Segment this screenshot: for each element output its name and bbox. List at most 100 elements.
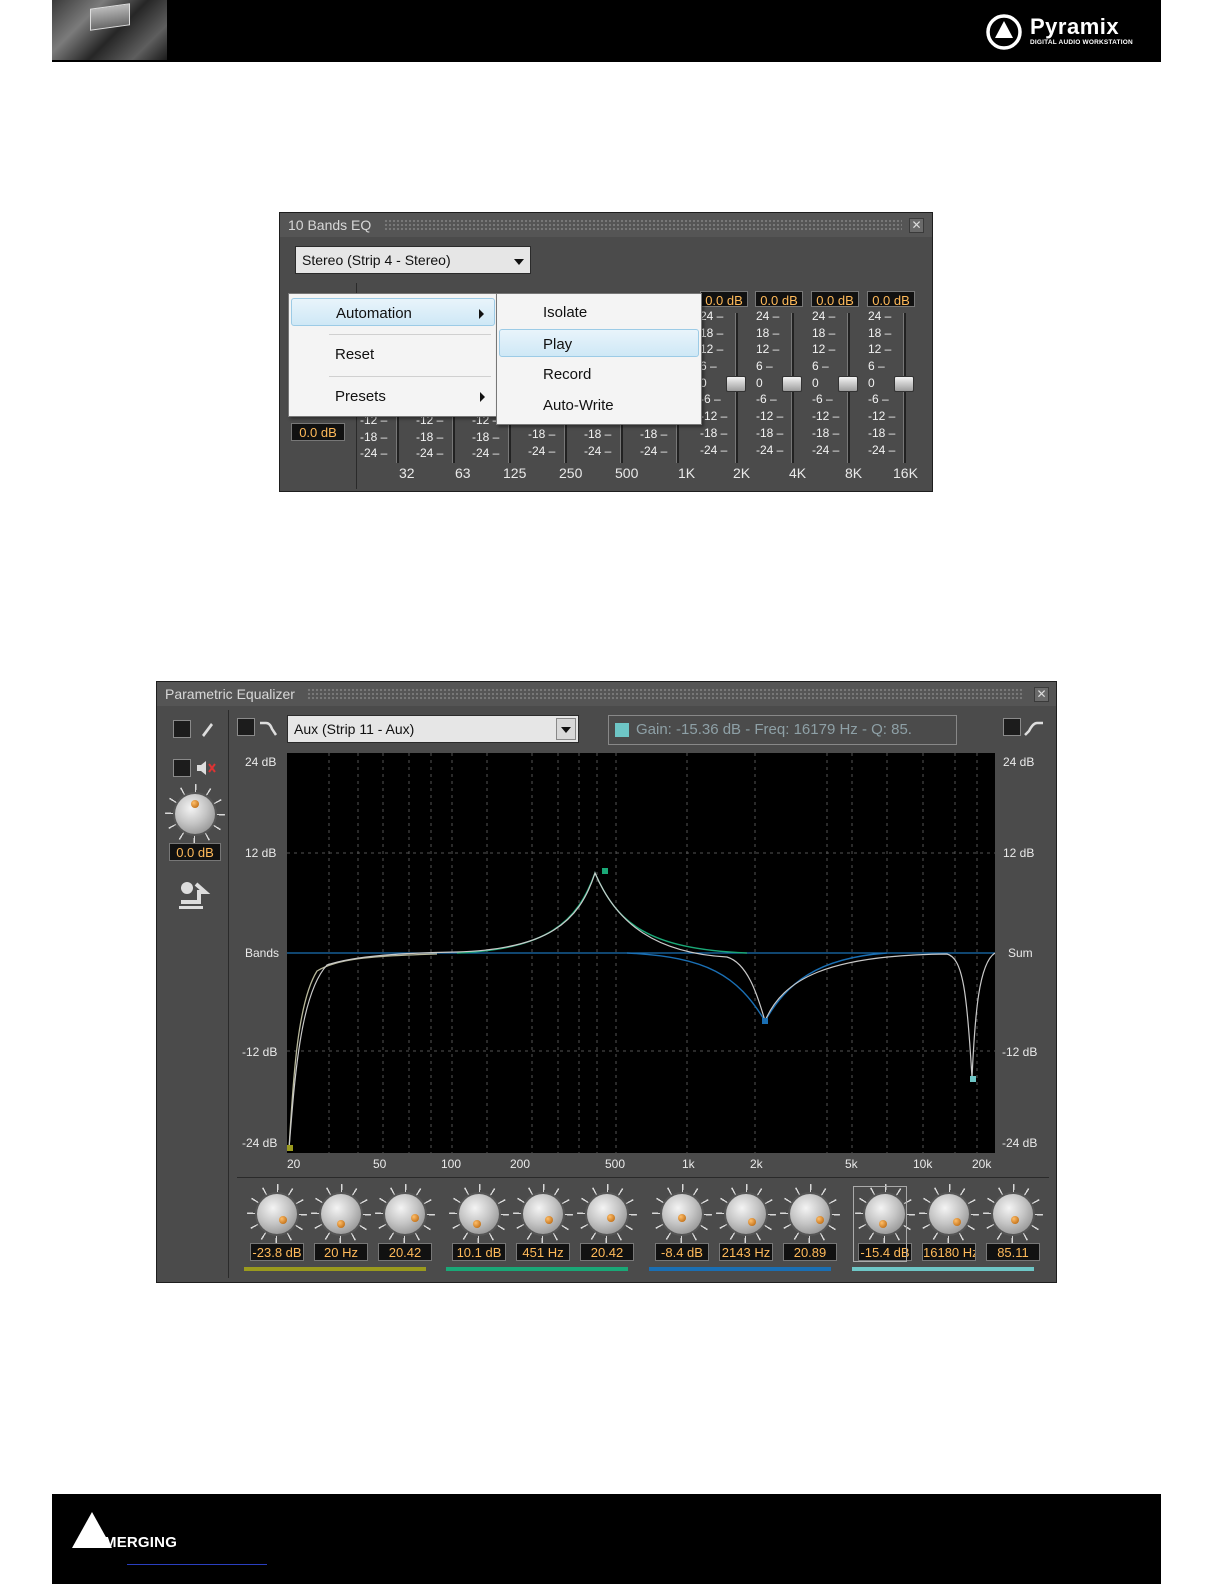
drag-grip xyxy=(384,219,902,231)
output-gain-value[interactable]: 0.0 dB xyxy=(169,843,221,861)
y-label-right-minus24: -24 dB xyxy=(1002,1136,1038,1150)
fader-handle-16k[interactable] xyxy=(894,376,914,392)
band2-handle xyxy=(602,868,608,874)
band-value-4k[interactable]: 0.0 dB xyxy=(755,291,803,307)
band-scale-1k: -18 – -24 – xyxy=(640,427,668,458)
band1-value-gain[interactable]: -23.8 dB xyxy=(250,1243,304,1261)
band2-knob-gain[interactable] xyxy=(459,1194,499,1234)
submenu-item-isolate[interactable]: Isolate xyxy=(499,298,699,326)
band1-knob-q[interactable] xyxy=(385,1194,425,1234)
band4-value-q[interactable]: 85.11 xyxy=(986,1243,1040,1261)
band1-value-q[interactable]: 20.42 xyxy=(378,1243,432,1261)
band1-value-freq[interactable]: 20 Hz xyxy=(314,1243,368,1261)
band3-knob-freq[interactable] xyxy=(726,1194,766,1234)
title-bar[interactable]: 10 Bands EQ ✕ xyxy=(280,213,932,237)
fader-handle-4k[interactable] xyxy=(782,376,802,392)
freq-label-250: 250 xyxy=(559,465,583,481)
y-label-left-24: 24 dB xyxy=(245,755,277,769)
menu-item-automation[interactable]: Automation xyxy=(291,298,495,326)
x-label-10k: 10k xyxy=(913,1157,933,1171)
chevron-down-icon xyxy=(561,727,571,733)
close-icon[interactable]: ✕ xyxy=(1034,687,1049,702)
band-status-readout: Gain: -15.36 dB - Freq: 16179 Hz - Q: 85… xyxy=(608,715,957,745)
band1-handle xyxy=(287,1145,293,1151)
chevron-down-icon xyxy=(514,259,524,265)
band1-knob-gain[interactable] xyxy=(257,1194,297,1234)
band3-value-gain[interactable]: -8.4 dB xyxy=(655,1243,709,1261)
studio-photo xyxy=(52,0,167,60)
output-gain-knob[interactable] xyxy=(175,794,215,834)
band2-value-q[interactable]: 20.42 xyxy=(580,1243,634,1261)
close-icon[interactable]: ✕ xyxy=(909,218,924,233)
drag-grip xyxy=(307,688,1024,700)
eq-response-graph[interactable] xyxy=(287,753,995,1153)
x-label-50: 50 xyxy=(373,1157,387,1171)
pencil-icon[interactable] xyxy=(199,720,215,738)
band-value-16k[interactable]: 0.0 dB xyxy=(867,291,915,307)
reset-arrow-icon[interactable] xyxy=(175,878,211,914)
channel-select-value: Aux (Strip 11 - Aux) xyxy=(294,721,415,737)
freq-label-8k: 8K xyxy=(845,465,863,481)
status-text: Gain: -15.36 dB - Freq: 16179 Hz - Q: 85… xyxy=(636,721,912,738)
menu-item-presets[interactable]: Presets xyxy=(291,382,495,410)
pyramix-mark-icon xyxy=(986,14,1022,50)
band-scale-32: -12 – -18 – -24 – xyxy=(360,413,388,461)
band1-color-bar xyxy=(244,1267,426,1271)
band-value-8k[interactable]: 0.0 dB xyxy=(811,291,859,307)
submenu-item-play[interactable]: Play xyxy=(499,329,699,357)
freq-label-1k: 1K xyxy=(678,465,696,481)
highshelf-toggle-icon[interactable] xyxy=(1003,718,1021,736)
band2-knob-freq[interactable] xyxy=(523,1194,563,1234)
band3-value-freq[interactable]: 2143 Hz xyxy=(719,1243,773,1261)
channel-select[interactable]: Aux (Strip 11 - Aux) xyxy=(287,715,579,743)
submenu-item-auto-write[interactable]: Auto-Write xyxy=(499,391,699,419)
band-value-2k[interactable]: 0.0 dB xyxy=(700,291,748,307)
y-label-right-24: 24 dB xyxy=(1003,755,1035,769)
band3-knob-gain[interactable] xyxy=(662,1194,702,1234)
pyramix-logo: Pyramix DIGITAL AUDIO WORKSTATION xyxy=(984,12,1154,52)
menu-item-reset[interactable]: Reset xyxy=(291,340,495,368)
lowcut-icon[interactable] xyxy=(258,719,280,737)
merging-wordmark: MERGING xyxy=(104,1534,178,1551)
band2-value-freq[interactable]: 451 Hz xyxy=(516,1243,570,1261)
mute-toggle-icon[interactable] xyxy=(173,759,191,777)
y-label-bands: Bands xyxy=(245,946,280,960)
band2-value-gain[interactable]: 10.1 dB xyxy=(452,1243,506,1261)
mute-speaker-icon[interactable] xyxy=(195,758,217,778)
band3-knob-q[interactable] xyxy=(790,1194,830,1234)
band4-color-bar xyxy=(852,1267,1034,1271)
fader-handle-8k[interactable] xyxy=(838,376,858,392)
band4-knob-q[interactable] xyxy=(993,1194,1033,1234)
y-label-right-minus12: -12 dB xyxy=(1002,1045,1038,1059)
context-menu: Automation Reset Presets xyxy=(288,293,498,417)
fader-handle-2k[interactable] xyxy=(726,376,746,392)
y-label-left-minus24: -24 dB xyxy=(242,1136,278,1150)
channel-select[interactable]: Stereo (Strip 4 - Stereo) xyxy=(295,246,531,274)
band-scale-250: -18 – -24 – xyxy=(528,427,556,458)
freq-label-500: 500 xyxy=(615,465,639,481)
x-label-1k: 1k xyxy=(682,1157,695,1171)
highshelf-icon[interactable] xyxy=(1023,719,1045,737)
band2-knob-q[interactable] xyxy=(587,1194,627,1234)
freq-label-32: 32 xyxy=(399,465,415,481)
bypass-toggle-icon[interactable] xyxy=(173,720,191,738)
band4-knob-freq[interactable] xyxy=(929,1194,969,1234)
header-banner: Pyramix DIGITAL AUDIO WORKSTATION xyxy=(52,0,1161,62)
band4-value-freq[interactable]: 16180 Hz xyxy=(922,1243,976,1261)
x-label-500: 500 xyxy=(605,1157,626,1171)
band4-handle xyxy=(970,1076,976,1082)
menu-separator xyxy=(329,334,491,335)
title-bar[interactable]: Parametric Equalizer ✕ xyxy=(157,682,1056,706)
master-gain-value[interactable]: 0.0 dB xyxy=(291,423,345,441)
ten-band-eq-window: 10 Bands EQ ✕ Stereo (Strip 4 - Stereo) … xyxy=(279,212,933,492)
x-label-100: 100 xyxy=(441,1157,462,1171)
x-label-20: 20 xyxy=(287,1157,301,1171)
band3-value-q[interactable]: 20.89 xyxy=(783,1243,837,1261)
submenu-item-record[interactable]: Record xyxy=(499,360,699,388)
footer-link-underline[interactable] xyxy=(127,1564,267,1565)
lowcut-toggle-icon[interactable] xyxy=(237,718,255,736)
channel-select-value: Stereo (Strip 4 - Stereo) xyxy=(302,252,451,268)
freq-label-125: 125 xyxy=(503,465,527,481)
automation-submenu: Isolate Play Record Auto-Write xyxy=(496,293,702,425)
band1-knob-freq[interactable] xyxy=(321,1194,361,1234)
